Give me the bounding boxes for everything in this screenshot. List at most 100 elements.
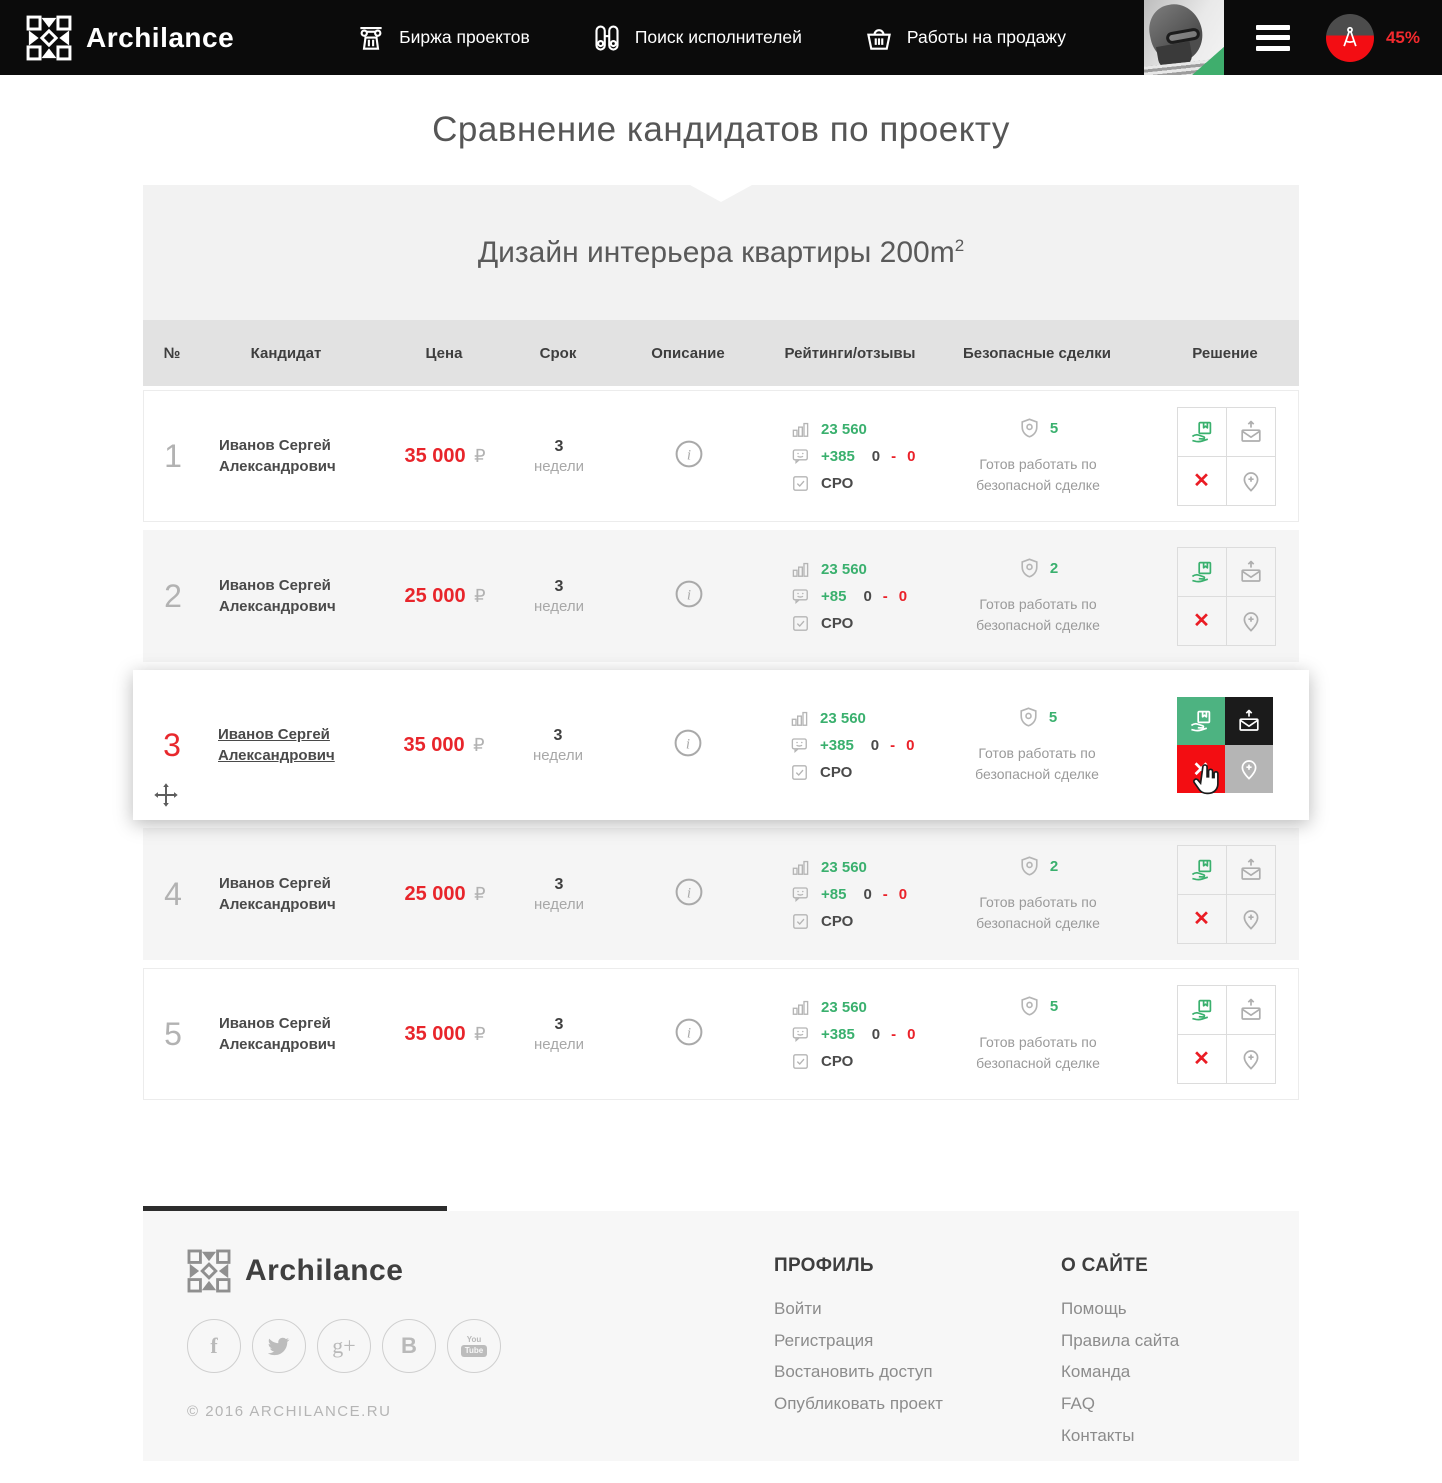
offer-deal-button[interactable] <box>1178 408 1226 456</box>
offer-deal-button[interactable] <box>1177 697 1225 745</box>
progress-circle <box>1326 14 1374 62</box>
add-location-button[interactable] <box>1227 457 1275 505</box>
add-location-button[interactable] <box>1227 895 1275 943</box>
archilance-logo-icon <box>26 15 72 61</box>
project-title: Дизайн интерьера квартиры 200m2 <box>478 236 964 270</box>
price-value: 35 000 <box>404 445 465 467</box>
send-message-button[interactable] <box>1227 408 1275 456</box>
candidates-list: 1 Иванов Сергей Александрович 35 000 ₽ 3… <box>143 386 1299 1100</box>
nav-item-projects-exchange[interactable]: Биржа проектов <box>356 23 530 53</box>
info-icon[interactable] <box>674 729 702 757</box>
reject-button[interactable]: ✕ <box>1178 895 1226 943</box>
row-number: 5 <box>144 1016 202 1053</box>
views-count: 23 560 <box>821 999 867 1016</box>
cert-label: СРО <box>821 475 853 492</box>
facebook-icon[interactable]: f <box>187 1319 241 1373</box>
app-header: Archilance Биржа проектов Поиск исполнит… <box>0 0 1442 75</box>
col-price: Цена <box>371 345 517 362</box>
send-message-button[interactable] <box>1227 986 1275 1034</box>
info-icon[interactable] <box>675 878 703 906</box>
decision-buttons: ✕ <box>1177 547 1276 646</box>
views-count: 23 560 <box>821 561 867 578</box>
cert-label: СРО <box>820 764 852 781</box>
row-number: 4 <box>144 876 202 913</box>
reviews-bubble-icon <box>791 587 810 606</box>
copyright: © 2016 ARCHILANCE.RU <box>187 1403 774 1420</box>
nav-item-find-performers[interactable]: Поиск исполнителей <box>592 23 802 53</box>
send-message-button[interactable] <box>1225 697 1273 745</box>
send-message-button[interactable] <box>1227 548 1275 596</box>
candidate-name[interactable]: Иванов Сергей Александрович <box>219 1013 369 1055</box>
footer-brand[interactable]: Archilance <box>187 1249 774 1293</box>
drag-move-icon[interactable] <box>153 782 179 808</box>
profile-progress-badge[interactable]: 45% <box>1326 14 1442 62</box>
location-pin-icon <box>1239 1047 1263 1071</box>
send-message-button[interactable] <box>1227 846 1275 894</box>
candidate-name[interactable]: Иванов Сергей Александрович <box>218 724 368 766</box>
archilance-logo-icon <box>187 1249 231 1293</box>
ruble-sign: ₽ <box>474 446 485 466</box>
send-mail-icon <box>1237 709 1261 733</box>
decision-buttons: ✕ <box>1177 697 1273 793</box>
price-cell: 25 000 ₽ <box>372 585 518 608</box>
shield-icon <box>1018 417 1041 440</box>
safe-deal-text: Готов работать по безопасной сделке <box>952 892 1124 933</box>
reject-button[interactable]: ✕ <box>1178 597 1226 645</box>
link-site-rules[interactable]: Правила сайта <box>1061 1329 1299 1354</box>
add-location-button[interactable] <box>1225 745 1273 793</box>
col-safe-deals: Безопасные сделки <box>923 345 1151 362</box>
vk-icon[interactable]: B <box>382 1319 436 1373</box>
offer-deal-button[interactable] <box>1178 548 1226 596</box>
candidate-name[interactable]: Иванов Сергей Александрович <box>219 873 369 915</box>
link-publish-project[interactable]: Опубликовать проект <box>774 1392 1061 1417</box>
column-icon <box>356 23 386 53</box>
reject-button[interactable]: ✕ <box>1178 457 1226 505</box>
twitter-icon[interactable] <box>252 1319 306 1373</box>
user-avatar[interactable] <box>1144 0 1224 75</box>
nav-item-works-for-sale[interactable]: Работы на продажу <box>864 23 1066 53</box>
info-icon[interactable] <box>675 580 703 608</box>
offer-deal-button[interactable] <box>1178 986 1226 1034</box>
row-number: 2 <box>144 578 202 615</box>
checkbox-icon <box>790 763 809 782</box>
link-team[interactable]: Команда <box>1061 1360 1299 1385</box>
binoculars-icon <box>592 23 622 53</box>
link-faq[interactable]: FAQ <box>1061 1392 1299 1417</box>
candidate-name[interactable]: Иванов Сергей Александрович <box>219 435 369 477</box>
location-pin-icon <box>1239 469 1263 493</box>
add-location-button[interactable] <box>1227 597 1275 645</box>
link-help[interactable]: Помощь <box>1061 1297 1299 1322</box>
reject-button[interactable]: ✕ <box>1177 745 1225 793</box>
shield-icon <box>1018 855 1041 878</box>
safe-deals-count: 5 <box>1050 420 1058 437</box>
info-icon[interactable] <box>675 440 703 468</box>
checkbox-icon <box>791 1052 810 1071</box>
safe-deal-text: Готов работать по безопасной сделке <box>952 1032 1124 1073</box>
reviews-dash: - <box>883 886 888 903</box>
term-cell: 3 недели <box>518 438 600 475</box>
link-restore-access[interactable]: Востановить доступ <box>774 1360 1061 1385</box>
link-register[interactable]: Регистрация <box>774 1329 1061 1354</box>
negative-reviews: 0 <box>906 737 914 754</box>
google-plus-icon[interactable]: g+ <box>317 1319 371 1373</box>
add-location-button[interactable] <box>1227 1035 1275 1083</box>
brand[interactable]: Archilance <box>0 15 234 61</box>
decision-buttons: ✕ <box>1177 407 1276 506</box>
candidate-row: 1 Иванов Сергей Александрович 35 000 ₽ 3… <box>143 390 1299 522</box>
price-cell: 25 000 ₽ <box>372 883 518 906</box>
info-icon[interactable] <box>675 1018 703 1046</box>
cert-label: СРО <box>821 1053 853 1070</box>
reviews-bubble-icon <box>791 885 810 904</box>
youtube-icon[interactable]: You Tube <box>447 1319 501 1373</box>
candidate-name[interactable]: Иванов Сергей Александрович <box>219 575 369 617</box>
negative-reviews: 0 <box>899 588 907 605</box>
offer-deal-button[interactable] <box>1178 846 1226 894</box>
page-title: Сравнение кандидатов по проекту <box>432 110 1010 150</box>
link-contacts[interactable]: Контакты <box>1061 1424 1299 1449</box>
safe-deals-cell: 5 Готов работать по безопасной сделке <box>924 995 1152 1073</box>
safe-deals-cell: 2 Готов работать по безопасной сделке <box>924 855 1152 933</box>
reject-button[interactable]: ✕ <box>1178 1035 1226 1083</box>
location-pin-icon <box>1239 907 1263 931</box>
link-login[interactable]: Войти <box>774 1297 1061 1322</box>
hamburger-menu-icon[interactable] <box>1256 25 1290 51</box>
